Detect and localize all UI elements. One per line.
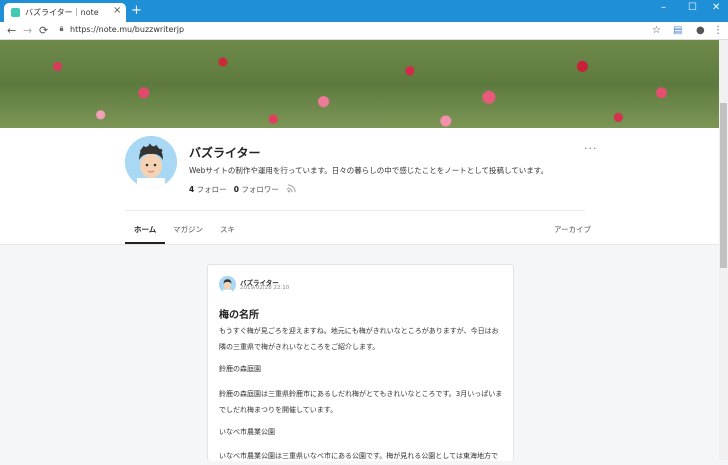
cover-image [0,40,719,128]
tab-title: バズライター｜note [25,8,99,17]
close-tab-icon[interactable]: × [113,5,121,16]
article-card[interactable]: バズライター 2019/02/28 22:10 梅の名所 もうすぐ梅が見ごろを迎… [207,264,514,461]
profile-stats: 4 フォロー 0 フォロワー · [189,184,288,195]
tab-home[interactable]: ホーム [134,224,156,235]
author-avatar-icon [219,276,236,293]
profile-description: Webサイトの制作や運用を行っています。日々の暮らしの中で感じたことをノートとし… [189,166,549,175]
active-tab-indicator [125,242,165,244]
back-button[interactable]: ← [7,23,16,38]
follow-count: 4 [189,185,195,194]
minimize-button[interactable]: – [661,2,666,13]
more-options-icon[interactable]: ··· [584,142,598,155]
address-bar[interactable]: https://note.mu/buzzwriterjp [70,25,184,34]
close-window-button[interactable]: ✕ [712,2,720,13]
extension-icon[interactable]: ▤ [673,24,682,37]
lock-icon [59,26,64,31]
note-favicon-icon [11,8,20,17]
browser-tab[interactable]: バズライター｜note × [4,3,126,22]
tab-magazine[interactable]: マガジン [173,224,203,235]
paragraph: いなべ市農業公園 [219,428,275,436]
author-avatar[interactable] [219,276,236,293]
follower-link[interactable]: フォロワー [241,185,279,194]
bookmark-star-icon[interactable]: ☆ [652,24,661,37]
follow-link[interactable]: フォロー [197,185,227,194]
post-title[interactable]: 梅の名所 [219,306,259,321]
browser-titlebar: バズライター｜note × + – ☐ ✕ [0,0,728,22]
profile-divider [125,210,585,211]
rss-icon[interactable] [287,184,296,193]
browser-toolbar: ← → ⟳ https://note.mu/buzzwriterjp ☆ ▤ ●… [0,22,728,40]
post-date: 2019/02/28 22:10 [240,285,290,291]
reload-button[interactable]: ⟳ [39,23,48,38]
follower-count: 0 [233,185,239,194]
tab-likes[interactable]: スキ [220,224,235,235]
paragraph: いなべ市農業公園は三重県いなべ市にある公園です。梅が見れる公園としては東海地方で [219,452,498,460]
maximize-button[interactable]: ☐ [688,2,697,13]
page-scrollbar[interactable] [719,40,728,460]
profile-avatar[interactable] [125,136,177,188]
new-tab-button[interactable]: + [131,3,142,19]
paragraph: もうすぐ梅が見ごろを迎えますね。地元にも梅がきれいなところがありますが、今日はお… [219,327,499,351]
account-icon[interactable]: ● [696,24,705,37]
tab-archive[interactable]: アーカイブ [554,224,591,235]
profile-name: バズライター [189,146,261,160]
forward-button[interactable]: → [23,23,32,38]
avatar-illustration-icon [125,136,177,188]
profile-header: バズライター ··· Webサイトの制作や運用を行っています。日々の暮らしの中で… [0,128,719,245]
scrollbar-thumb[interactable] [720,103,727,268]
paragraph: 鈴鹿の森庭園は三重県鈴鹿市にあるしだれ梅がとてもきれいなところです。3月いっぱい… [219,390,503,414]
browser-menu-icon[interactable]: ⋮ [713,24,723,37]
paragraph: 鈴鹿の森庭園 [219,365,261,373]
